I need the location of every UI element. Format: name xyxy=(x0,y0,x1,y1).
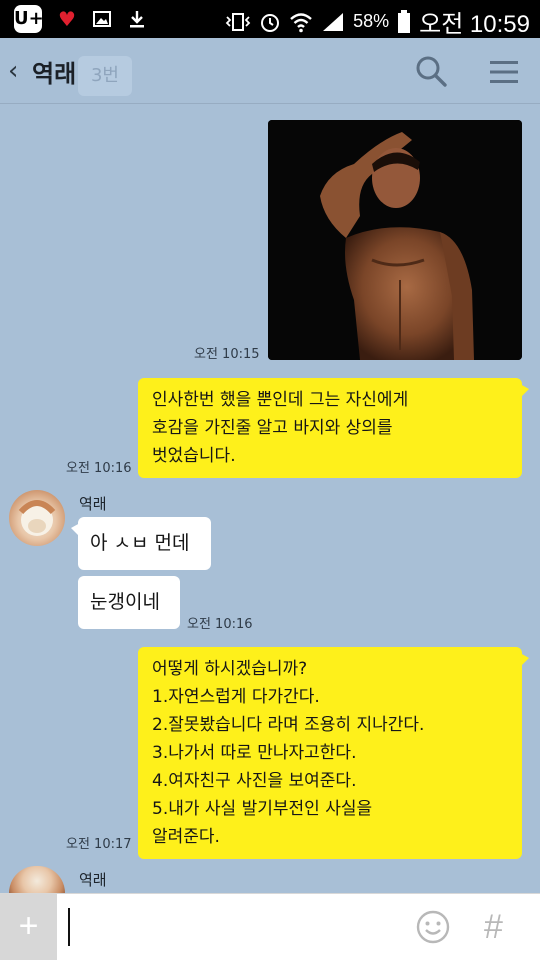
message-time: 오전 10:15 xyxy=(194,347,260,362)
message-line: 눈갱이네 xyxy=(90,591,160,613)
carrier-logo: U+ xyxy=(14,5,44,33)
battery-percent: 58% xyxy=(353,11,390,31)
search-icon[interactable] xyxy=(414,54,448,88)
image-icon xyxy=(92,11,111,27)
sender-name: 역래 xyxy=(79,871,107,889)
download-icon xyxy=(129,11,144,28)
menu-icon[interactable] xyxy=(488,58,520,86)
message-line: 3.나가서 따로 만나자고한다. xyxy=(152,743,357,763)
other-message-bubble[interactable]: 아 ㅅㅂ 먼데 xyxy=(71,517,211,570)
message-time: 오전 10:16 xyxy=(66,461,132,476)
text-caret xyxy=(68,908,70,946)
message-line: 어떻게 하시겠습니까? xyxy=(152,659,308,679)
message-line: 인사한번 했을 뿐인데 그는 자신에게 xyxy=(152,390,409,410)
sender-name: 역래 xyxy=(79,495,107,513)
battery-icon xyxy=(398,9,411,33)
faded-label: 3번 xyxy=(78,56,132,96)
heart-icon: ♥ xyxy=(58,7,76,31)
photo-content xyxy=(268,120,522,360)
alarm-icon xyxy=(261,13,280,32)
message-line: 호감을 가진줄 알고 바지와 상의를 xyxy=(152,418,393,438)
my-message-bubble[interactable]: 인사한번 했을 뿐인데 그는 자신에게 호감을 가진줄 알고 바지와 상의를 벗… xyxy=(138,378,529,478)
signal-icon xyxy=(323,12,344,31)
wifi-icon xyxy=(290,12,312,32)
photo-message[interactable] xyxy=(268,120,522,360)
message-line: 알려준다. xyxy=(152,827,220,847)
emoji-icon[interactable] xyxy=(414,908,452,946)
message-input-bar: + # xyxy=(0,893,540,960)
avatar-image xyxy=(18,500,56,536)
message-line: 4.여자친구 사진을 보여준다. xyxy=(152,771,357,791)
message-line: 벗었습니다. xyxy=(152,446,236,466)
clock: 오전 10:59 xyxy=(419,11,530,38)
avatar[interactable] xyxy=(9,866,65,893)
vibrate-icon xyxy=(225,12,251,31)
message-line: 아 ㅅㅂ 먼데 xyxy=(90,532,190,554)
my-message-bubble[interactable]: 어떻게 하시겠습니까? 1.자연스럽게 다가간다. 2.잘못봤습니다 라며 조용… xyxy=(138,647,529,859)
message-time: 오전 10:17 xyxy=(66,837,132,852)
other-message-bubble[interactable]: 눈갱이네 xyxy=(78,576,180,629)
avatar[interactable] xyxy=(9,490,65,546)
status-bar: U+ ♥ 58% 오전 10:59 xyxy=(0,0,540,38)
message-input[interactable] xyxy=(62,902,402,952)
chat-header: ‹ 역래 3번 xyxy=(0,38,540,104)
message-time: 오전 10:16 xyxy=(187,617,253,632)
message-line: 1.자연스럽게 다가간다. xyxy=(152,687,320,707)
hashtag-icon[interactable]: # xyxy=(484,908,503,946)
attach-button[interactable]: + xyxy=(0,894,57,960)
message-line: 2.잘못봤습니다 라며 조용히 지나간다. xyxy=(152,715,425,735)
back-icon[interactable]: ‹ xyxy=(8,56,18,86)
message-line: 5.내가 사실 발기부전인 사실을 xyxy=(152,799,373,819)
chat-title[interactable]: 역래 xyxy=(32,54,76,89)
